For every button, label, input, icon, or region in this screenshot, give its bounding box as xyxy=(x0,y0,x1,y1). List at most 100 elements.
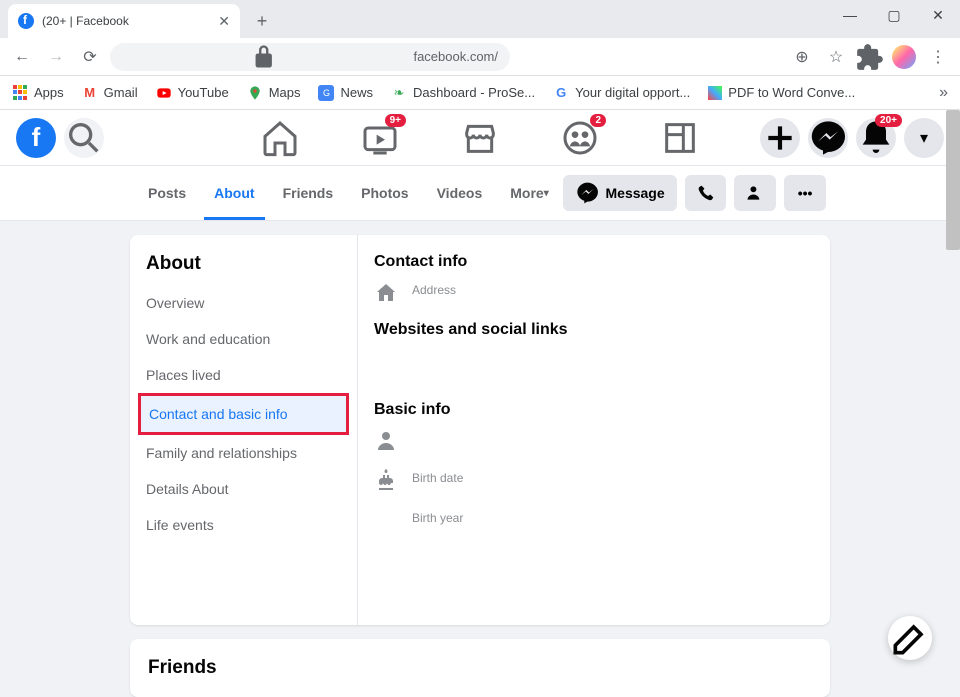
facebook-header: f 9+ 2 20+ ▾ xyxy=(0,110,960,166)
about-sidebar: About Overview Work and education Places… xyxy=(130,235,358,625)
side-work-education[interactable]: Work and education xyxy=(138,321,349,357)
message-button[interactable]: Message xyxy=(563,175,677,211)
tab-about[interactable]: About xyxy=(200,166,268,220)
side-contact-basic-info[interactable]: Contact and basic info xyxy=(138,393,349,435)
facebook-logo[interactable]: f xyxy=(16,118,56,158)
reload-button[interactable]: ⟳ xyxy=(76,43,104,71)
messenger-button[interactable] xyxy=(808,118,848,158)
bookmark-gmail[interactable]: MGmail xyxy=(82,85,138,101)
house-icon xyxy=(374,281,398,305)
spacer-icon xyxy=(374,509,398,533)
gmail-icon: M xyxy=(82,85,98,101)
tab-more[interactable]: More xyxy=(496,166,562,220)
person-icon xyxy=(746,175,764,211)
bookmark-youtube[interactable]: YouTube xyxy=(156,85,229,101)
close-window-button[interactable]: ✕ xyxy=(916,0,960,30)
google-icon: G xyxy=(553,85,569,101)
favorite-icon[interactable]: ☆ xyxy=(822,43,850,71)
tab-photos[interactable]: Photos xyxy=(347,166,422,220)
bookmark-google[interactable]: GYour digital opport... xyxy=(553,85,690,101)
browser-tab-facebook[interactable]: (20+ | Facebook ✕ xyxy=(8,4,240,38)
forward-button[interactable]: → xyxy=(42,43,70,71)
facebook-right-nav: 20+ ▾ xyxy=(760,118,944,158)
vertical-scrollbar[interactable] xyxy=(946,110,960,250)
groups-icon[interactable]: 2 xyxy=(560,118,600,158)
leaf-icon: ❧ xyxy=(391,85,407,101)
news-icon: G xyxy=(318,85,334,101)
side-details-about[interactable]: Details About xyxy=(138,471,349,507)
marketplace-icon[interactable] xyxy=(460,118,500,158)
lock-icon xyxy=(122,43,405,71)
ellipsis-icon: ••• xyxy=(798,185,813,201)
window-controls: — ▢ ✕ xyxy=(828,0,960,30)
more-actions-button[interactable]: ••• xyxy=(784,175,826,211)
side-family-relationships[interactable]: Family and relationships xyxy=(138,435,349,471)
birth-date-label: Birth date xyxy=(412,471,463,485)
bookmark-pdf[interactable]: PDF to Word Conve... xyxy=(708,85,855,100)
browser-menu-icon[interactable]: ⋮ xyxy=(924,43,952,71)
profile-nav: Posts About Friends Photos Videos More M… xyxy=(0,166,960,221)
profile-avatar-icon[interactable] xyxy=(890,43,918,71)
apps-grid-icon xyxy=(12,85,28,101)
bookmark-apps[interactable]: Apps xyxy=(12,85,64,101)
about-card: About Overview Work and education Places… xyxy=(130,235,830,625)
compose-fab[interactable] xyxy=(888,616,932,660)
contact-info-heading: Contact info xyxy=(374,253,814,271)
gaming-icon[interactable] xyxy=(660,118,700,158)
about-main: Contact info Address Websites and social… xyxy=(358,235,830,625)
maps-pin-icon xyxy=(247,85,263,101)
bookmarks-bar: Apps MGmail YouTube Maps GNews ❧Dashboar… xyxy=(0,76,960,110)
friends-card: Friends xyxy=(130,639,830,697)
tab-videos[interactable]: Videos xyxy=(423,166,497,220)
side-overview[interactable]: Overview xyxy=(138,285,349,321)
home-icon[interactable] xyxy=(260,118,300,158)
bookmark-news[interactable]: GNews xyxy=(318,85,373,101)
extensions-icon[interactable] xyxy=(856,43,884,71)
account-dropdown-button[interactable]: ▾ xyxy=(904,118,944,158)
follow-button[interactable] xyxy=(734,175,776,211)
friends-heading: Friends xyxy=(148,657,812,679)
basic-info-heading: Basic info xyxy=(374,401,814,419)
side-places-lived[interactable]: Places lived xyxy=(138,357,349,393)
groups-badge: 2 xyxy=(590,114,606,127)
tab-friends[interactable]: Friends xyxy=(269,166,348,220)
phone-icon xyxy=(697,175,715,211)
pdf-icon xyxy=(708,86,722,100)
websites-heading: Websites and social links xyxy=(374,321,814,339)
maximize-button[interactable]: ▢ xyxy=(872,0,916,30)
notifications-button[interactable]: 20+ xyxy=(856,118,896,158)
about-heading: About xyxy=(138,249,349,285)
create-button[interactable] xyxy=(760,118,800,158)
address-label: Address xyxy=(412,283,456,297)
birth-year-label: Birth year xyxy=(412,511,463,525)
close-tab-icon[interactable]: ✕ xyxy=(218,13,230,30)
side-life-events[interactable]: Life events xyxy=(138,507,349,543)
tab-posts[interactable]: Posts xyxy=(134,166,200,220)
facebook-favicon xyxy=(18,13,34,29)
watch-icon[interactable]: 9+ xyxy=(360,118,400,158)
notifications-badge: 20+ xyxy=(875,114,902,127)
call-button[interactable] xyxy=(685,175,727,211)
url-text: facebook.com/ xyxy=(413,49,498,64)
youtube-icon xyxy=(156,85,172,101)
birth-date-row: Birth date xyxy=(374,469,814,493)
messenger-icon xyxy=(575,175,600,211)
gender-row xyxy=(374,429,814,453)
minimize-button[interactable]: — xyxy=(828,0,872,30)
facebook-search-button[interactable] xyxy=(64,118,104,158)
bookmark-maps[interactable]: Maps xyxy=(247,85,301,101)
edit-icon xyxy=(888,616,932,660)
tab-title: (20+ | Facebook xyxy=(42,14,210,28)
new-tab-button[interactable]: + xyxy=(248,7,276,35)
bookmarks-overflow-icon[interactable]: » xyxy=(939,84,948,102)
zoom-icon[interactable]: ⊕ xyxy=(788,43,816,71)
bookmark-dashboard[interactable]: ❧Dashboard - ProSe... xyxy=(391,85,535,101)
url-field[interactable]: facebook.com/ xyxy=(110,43,510,71)
browser-tab-strip: (20+ | Facebook ✕ + — ▢ ✕ xyxy=(0,0,960,38)
facebook-center-nav: 9+ 2 xyxy=(260,118,700,158)
cake-icon xyxy=(374,469,398,493)
birth-year-row: Birth year xyxy=(374,509,814,533)
back-button[interactable]: ← xyxy=(8,43,36,71)
address-bar: ← → ⟳ facebook.com/ ⊕ ☆ ⋮ xyxy=(0,38,960,76)
address-row: Address xyxy=(374,281,814,305)
